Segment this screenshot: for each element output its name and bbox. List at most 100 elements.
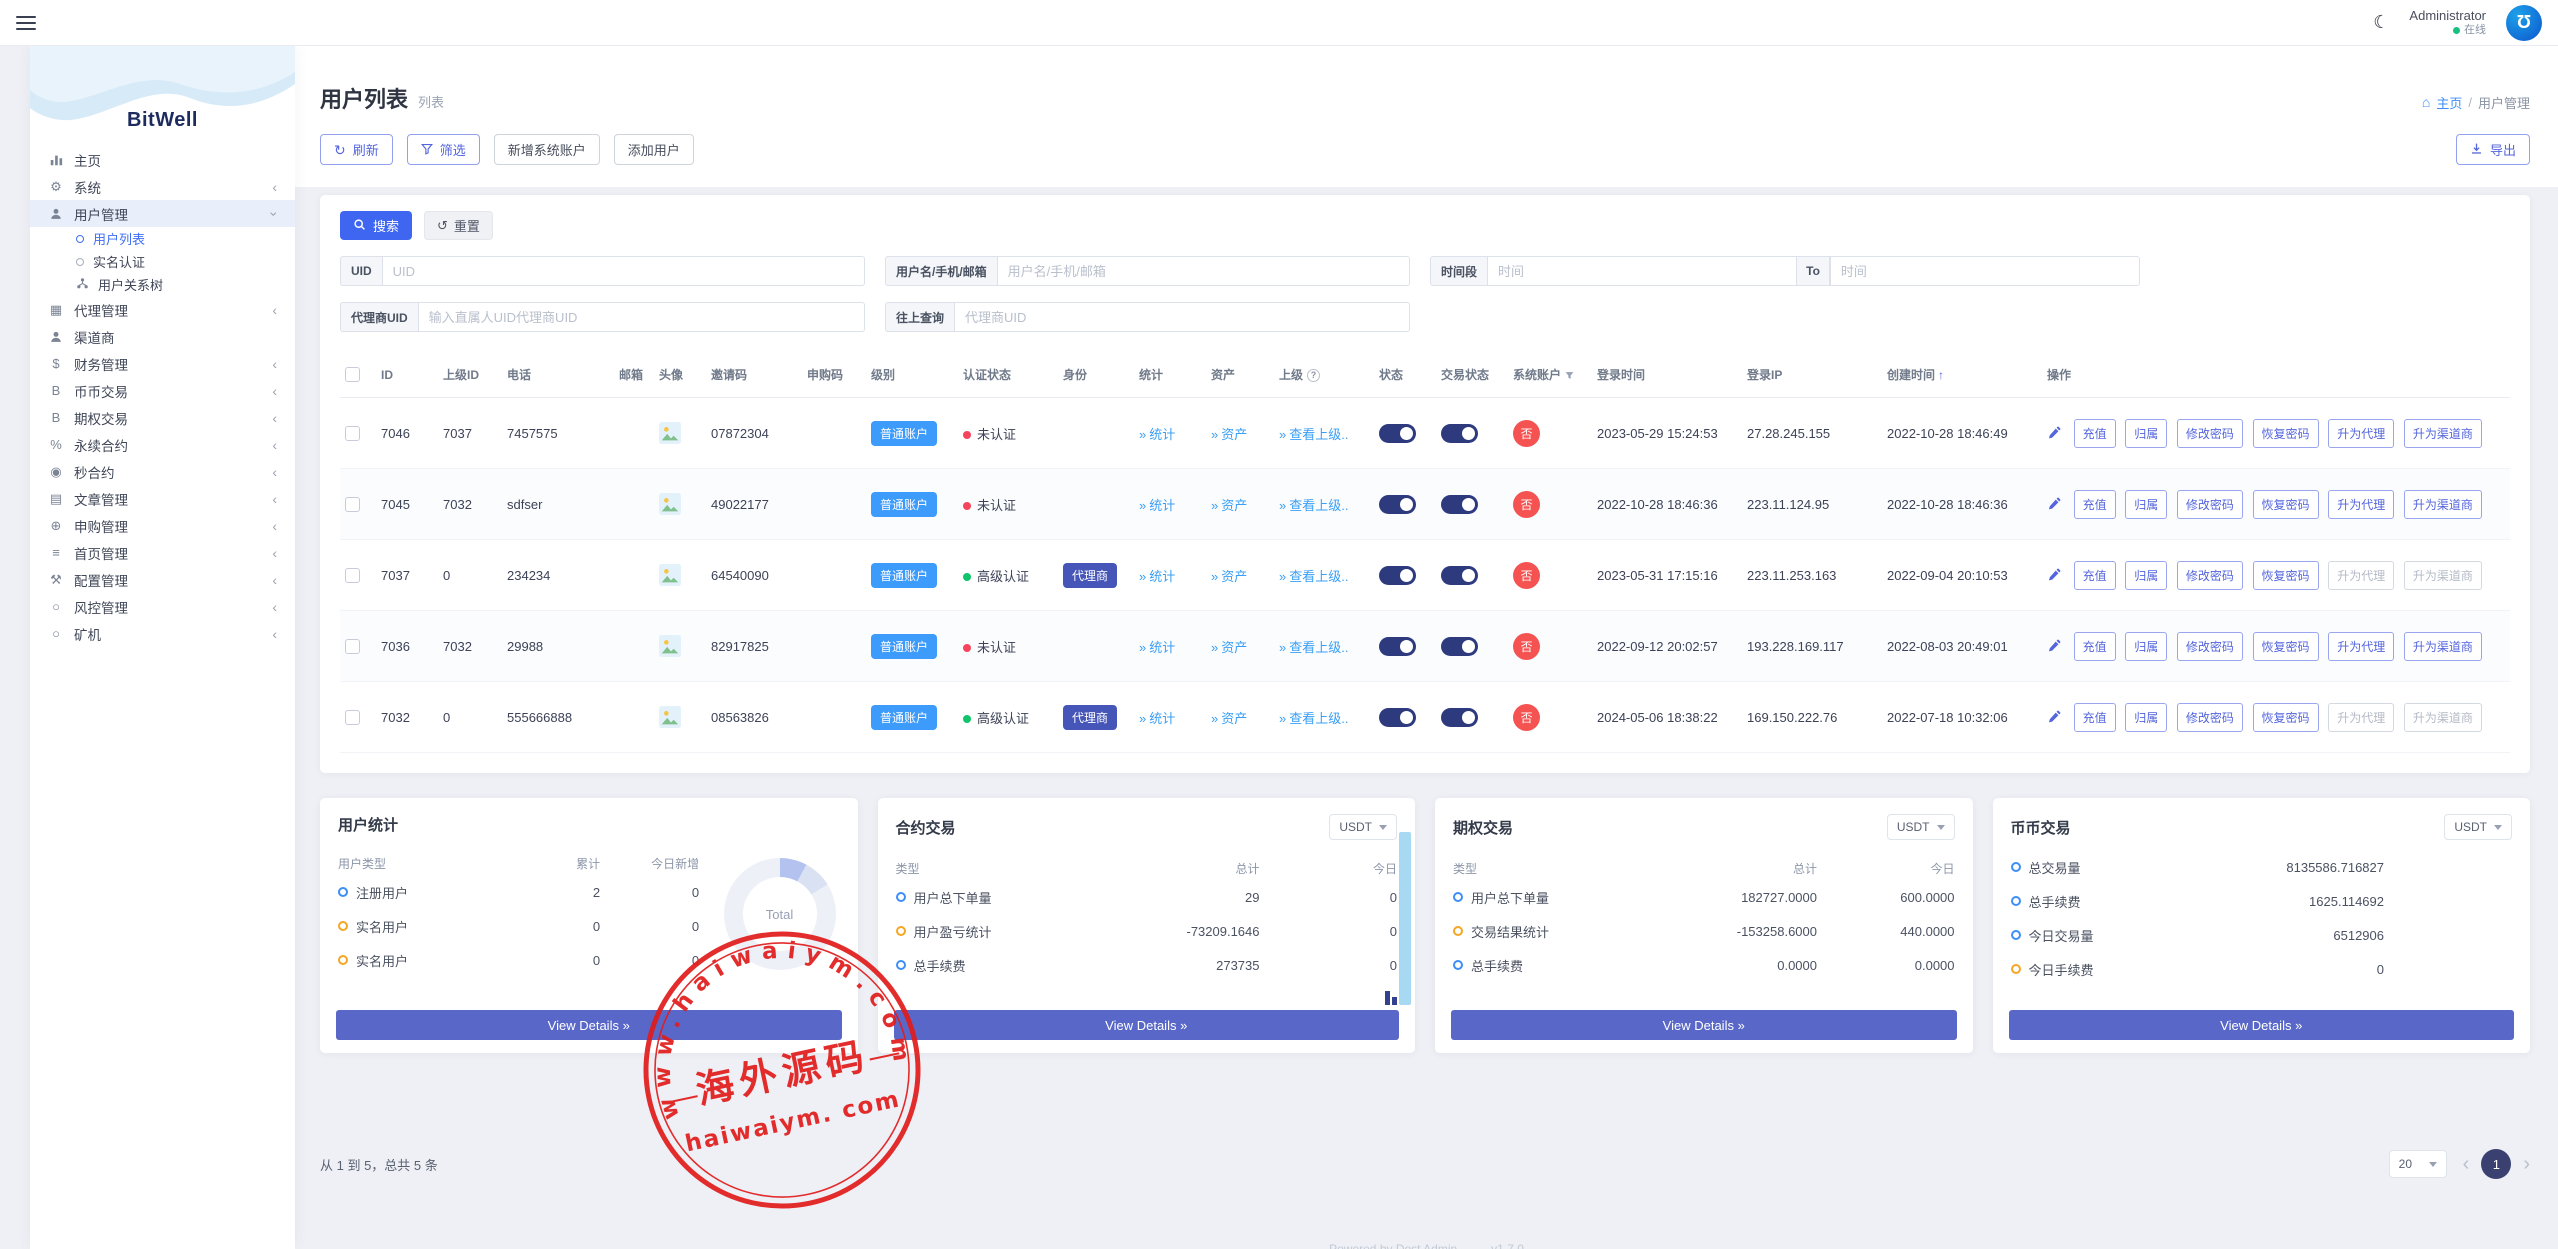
promote-agent-button[interactable]: 升为代理 bbox=[2328, 490, 2394, 519]
usdt-select[interactable]: USDT bbox=[2444, 814, 2512, 840]
usdt-select[interactable]: USDT bbox=[1887, 814, 1955, 840]
ownership-button[interactable]: 归属 bbox=[2125, 703, 2167, 732]
change-password-button[interactable]: 修改密码 bbox=[2177, 561, 2243, 590]
sidebar-item-miner[interactable]: ○ 矿机 ‹ bbox=[30, 620, 295, 647]
avatar-image-icon[interactable] bbox=[659, 495, 681, 510]
assets-link[interactable]: »资产 bbox=[1211, 711, 1247, 726]
promote-channel-button[interactable]: 升为渠道商 bbox=[2404, 419, 2482, 448]
sidebar-subitem-kyc[interactable]: 实名认证 bbox=[30, 250, 295, 273]
export-button[interactable]: 导出 bbox=[2456, 134, 2530, 165]
assets-link[interactable]: »资产 bbox=[1211, 640, 1247, 655]
promote-channel-button[interactable]: 升为渠道商 bbox=[2404, 703, 2482, 732]
assets-link[interactable]: »资产 bbox=[1211, 427, 1247, 442]
edit-icon[interactable] bbox=[2047, 496, 2062, 514]
view-details-button[interactable]: View Details » bbox=[2009, 1010, 2515, 1040]
add-user-button[interactable]: 添加用户 bbox=[614, 134, 694, 165]
status-toggle[interactable] bbox=[1379, 424, 1416, 443]
time-to-input[interactable] bbox=[1830, 256, 2140, 286]
sidebar-item-subscription[interactable]: ⊕ 申购管理 ‹ bbox=[30, 512, 295, 539]
avatar-image-icon[interactable] bbox=[659, 708, 681, 723]
recharge-button[interactable]: 充值 bbox=[2074, 419, 2116, 448]
filter-button[interactable]: 筛选 bbox=[407, 134, 480, 165]
ownership-button[interactable]: 归属 bbox=[2125, 419, 2167, 448]
sidebar-item-system[interactable]: ⚙ 系统 ‹ bbox=[30, 173, 295, 200]
assets-link[interactable]: »资产 bbox=[1211, 498, 1247, 513]
view-parent-link[interactable]: »查看上级.. bbox=[1279, 498, 1348, 513]
column-filter-icon[interactable] bbox=[1565, 369, 1574, 383]
time-from-input[interactable] bbox=[1487, 256, 1797, 286]
sidebar-subitem-user-tree[interactable]: 用户关系树 bbox=[30, 273, 295, 296]
promote-agent-button[interactable]: 升为代理 bbox=[2328, 632, 2394, 661]
row-checkbox[interactable] bbox=[345, 426, 360, 441]
stats-link[interactable]: »统计 bbox=[1139, 569, 1175, 584]
username-input[interactable] bbox=[997, 256, 1410, 286]
row-checkbox[interactable] bbox=[345, 710, 360, 725]
current-page[interactable]: 1 bbox=[2481, 1149, 2511, 1179]
status-toggle[interactable] bbox=[1379, 495, 1416, 514]
trade-status-toggle[interactable] bbox=[1441, 424, 1478, 443]
status-toggle[interactable] bbox=[1379, 566, 1416, 585]
sidebar-item-homepage[interactable]: ≡ 首页管理 ‹ bbox=[30, 539, 295, 566]
search-button[interactable]: 搜索 bbox=[340, 211, 412, 240]
edit-icon[interactable] bbox=[2047, 425, 2062, 443]
sidebar-item-channel[interactable]: 渠道商 bbox=[30, 323, 295, 350]
brand-logo-icon[interactable]: Ʊ bbox=[2506, 5, 2542, 41]
sidebar-item-second-contract[interactable]: ◉ 秒合约 ‹ bbox=[30, 458, 295, 485]
agent-uid-input[interactable] bbox=[418, 302, 865, 332]
sidebar-item-options-trade[interactable]: B 期权交易 ‹ bbox=[30, 404, 295, 431]
row-checkbox[interactable] bbox=[345, 497, 360, 512]
promote-agent-button[interactable]: 升为代理 bbox=[2328, 419, 2394, 448]
sidebar-item-config[interactable]: ⚒ 配置管理 ‹ bbox=[30, 566, 295, 593]
restore-password-button[interactable]: 恢复密码 bbox=[2253, 561, 2319, 590]
prev-page-icon[interactable]: ‹ bbox=[2463, 1154, 2470, 1174]
change-password-button[interactable]: 修改密码 bbox=[2177, 419, 2243, 448]
restore-password-button[interactable]: 恢复密码 bbox=[2253, 632, 2319, 661]
view-parent-link[interactable]: »查看上级.. bbox=[1279, 427, 1348, 442]
promote-agent-button[interactable]: 升为代理 bbox=[2328, 561, 2394, 590]
stats-link[interactable]: »统计 bbox=[1139, 427, 1175, 442]
uid-input[interactable] bbox=[382, 256, 865, 286]
ownership-button[interactable]: 归属 bbox=[2125, 632, 2167, 661]
trade-status-toggle[interactable] bbox=[1441, 637, 1478, 656]
restore-password-button[interactable]: 恢复密码 bbox=[2253, 703, 2319, 732]
view-parent-link[interactable]: »查看上级.. bbox=[1279, 640, 1348, 655]
view-parent-link[interactable]: »查看上级.. bbox=[1279, 711, 1348, 726]
status-toggle[interactable] bbox=[1379, 708, 1416, 727]
sidebar-item-spot-trade[interactable]: B 币币交易 ‹ bbox=[30, 377, 295, 404]
change-password-button[interactable]: 修改密码 bbox=[2177, 703, 2243, 732]
recharge-button[interactable]: 充值 bbox=[2074, 632, 2116, 661]
stats-link[interactable]: »统计 bbox=[1139, 711, 1175, 726]
recharge-button[interactable]: 充值 bbox=[2074, 703, 2116, 732]
sidebar-item-user-management[interactable]: 用户管理 › bbox=[30, 200, 295, 227]
moon-icon[interactable]: ☾ bbox=[2373, 12, 2389, 33]
promote-channel-button[interactable]: 升为渠道商 bbox=[2404, 632, 2482, 661]
up-query-input[interactable] bbox=[954, 302, 1410, 332]
reset-button[interactable]: ↺ 重置 bbox=[424, 211, 493, 240]
edit-icon[interactable] bbox=[2047, 567, 2062, 585]
status-toggle[interactable] bbox=[1379, 637, 1416, 656]
user-menu[interactable]: Administrator 在线 bbox=[2409, 8, 2486, 38]
promote-channel-button[interactable]: 升为渠道商 bbox=[2404, 561, 2482, 590]
sort-asc-icon[interactable]: ↑ bbox=[1938, 368, 1944, 382]
trade-status-toggle[interactable] bbox=[1441, 495, 1478, 514]
ownership-button[interactable]: 归属 bbox=[2125, 561, 2167, 590]
sidebar-item-risk[interactable]: ○ 风控管理 ‹ bbox=[30, 593, 295, 620]
change-password-button[interactable]: 修改密码 bbox=[2177, 632, 2243, 661]
ownership-button[interactable]: 归属 bbox=[2125, 490, 2167, 519]
row-checkbox[interactable] bbox=[345, 568, 360, 583]
row-checkbox[interactable] bbox=[345, 639, 360, 654]
sidebar-item-agent[interactable]: ▦ 代理管理 ‹ bbox=[30, 296, 295, 323]
view-parent-link[interactable]: »查看上级.. bbox=[1279, 569, 1348, 584]
view-details-button[interactable]: View Details » bbox=[894, 1010, 1400, 1040]
assets-link[interactable]: »资产 bbox=[1211, 569, 1247, 584]
recharge-button[interactable]: 充值 bbox=[2074, 561, 2116, 590]
view-details-button[interactable]: View Details » bbox=[336, 1010, 842, 1040]
edit-icon[interactable] bbox=[2047, 709, 2062, 727]
sidebar-subitem-user-list[interactable]: 用户列表 bbox=[30, 227, 295, 250]
trade-status-toggle[interactable] bbox=[1441, 708, 1478, 727]
recharge-button[interactable]: 充值 bbox=[2074, 490, 2116, 519]
select-all-checkbox[interactable] bbox=[345, 367, 360, 382]
sidebar-item-articles[interactable]: ▤ 文章管理 ‹ bbox=[30, 485, 295, 512]
add-system-account-button[interactable]: 新增系统账户 bbox=[494, 134, 600, 165]
view-details-button[interactable]: View Details » bbox=[1451, 1010, 1957, 1040]
